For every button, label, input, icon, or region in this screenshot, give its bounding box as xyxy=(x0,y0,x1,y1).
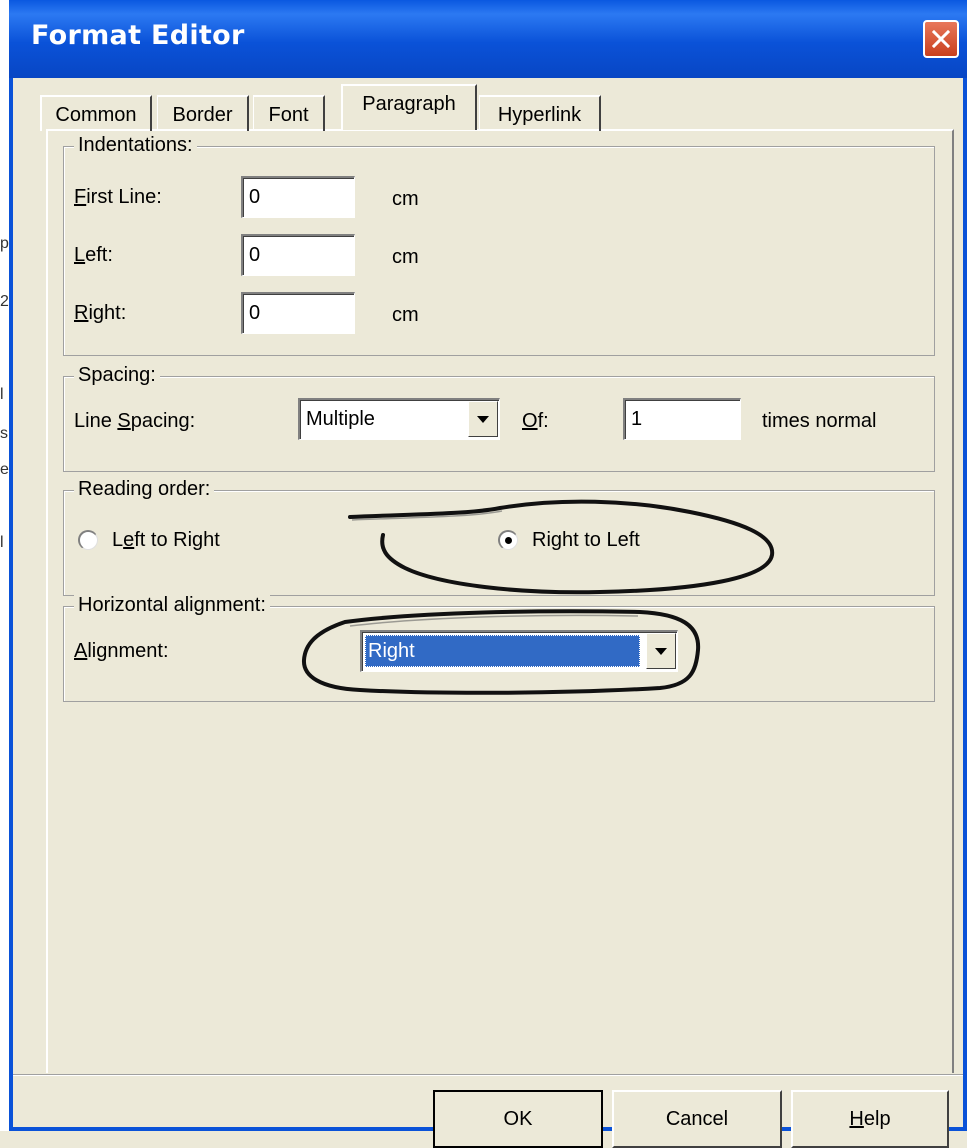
button-separator xyxy=(13,1074,963,1076)
horizontal-alignment-legend: Horizontal alignment: xyxy=(74,594,270,617)
left-indent-unit: cm xyxy=(392,246,419,268)
of-label: Of: xyxy=(522,410,549,432)
first-line-unit: cm xyxy=(392,188,419,210)
chevron-down-icon xyxy=(477,416,489,423)
alignment-select[interactable]: Right xyxy=(360,630,678,672)
right-indent-input[interactable]: 0 xyxy=(241,292,355,334)
background-text-fragment: s xyxy=(0,425,8,442)
first-line-label: First Line: xyxy=(74,186,162,208)
of-input[interactable]: 1 xyxy=(623,398,741,440)
radio-selected-dot xyxy=(505,537,512,544)
left-to-right-radio[interactable] xyxy=(78,530,98,550)
close-icon xyxy=(932,30,950,48)
tab-hyperlink[interactable]: Hyperlink xyxy=(479,95,601,131)
times-normal-unit: times normal xyxy=(762,410,877,432)
indentations-group xyxy=(63,146,935,356)
right-indent-label: Right: xyxy=(74,302,127,324)
alignment-label: Alignment: xyxy=(74,640,169,662)
right-to-left-label[interactable]: Right to Left xyxy=(532,529,640,552)
right-indent-unit: cm xyxy=(392,304,419,326)
tab-font[interactable]: Font xyxy=(253,95,325,131)
left-to-right-label[interactable]: Left to Right xyxy=(112,529,220,552)
spacing-legend: Spacing: xyxy=(74,364,160,387)
ok-button[interactable]: OK xyxy=(433,1090,603,1148)
right-to-left-radio[interactable] xyxy=(498,530,518,550)
tab-paragraph[interactable]: Paragraph xyxy=(341,84,477,130)
cancel-button[interactable]: Cancel xyxy=(612,1090,782,1148)
first-line-input[interactable]: 0 xyxy=(241,176,355,218)
tab-common[interactable]: Common xyxy=(40,95,152,131)
line-spacing-label: Line Spacing: xyxy=(74,410,196,432)
background-text-fragment: 2 xyxy=(0,293,9,310)
line-spacing-select[interactable]: Multiple xyxy=(298,398,500,440)
left-indent-input[interactable]: 0 xyxy=(241,234,355,276)
dropdown-arrow-button[interactable] xyxy=(646,633,676,669)
window-title: Format Editor xyxy=(31,20,245,51)
tab-border[interactable]: Border xyxy=(157,95,249,131)
chevron-down-icon xyxy=(655,648,667,655)
background-text-fragment: e xyxy=(0,461,9,478)
background-text-fragment: l xyxy=(0,386,4,403)
background-text-fragment: l xyxy=(0,534,4,551)
background-text-fragment: p xyxy=(0,235,9,252)
indentations-legend: Indentations: xyxy=(74,134,197,157)
left-indent-label: Left: xyxy=(74,244,113,266)
reading-order-legend: Reading order: xyxy=(74,478,215,501)
help-button[interactable]: Help xyxy=(791,1090,949,1148)
close-button[interactable] xyxy=(923,20,959,58)
dropdown-arrow-button[interactable] xyxy=(468,401,498,437)
